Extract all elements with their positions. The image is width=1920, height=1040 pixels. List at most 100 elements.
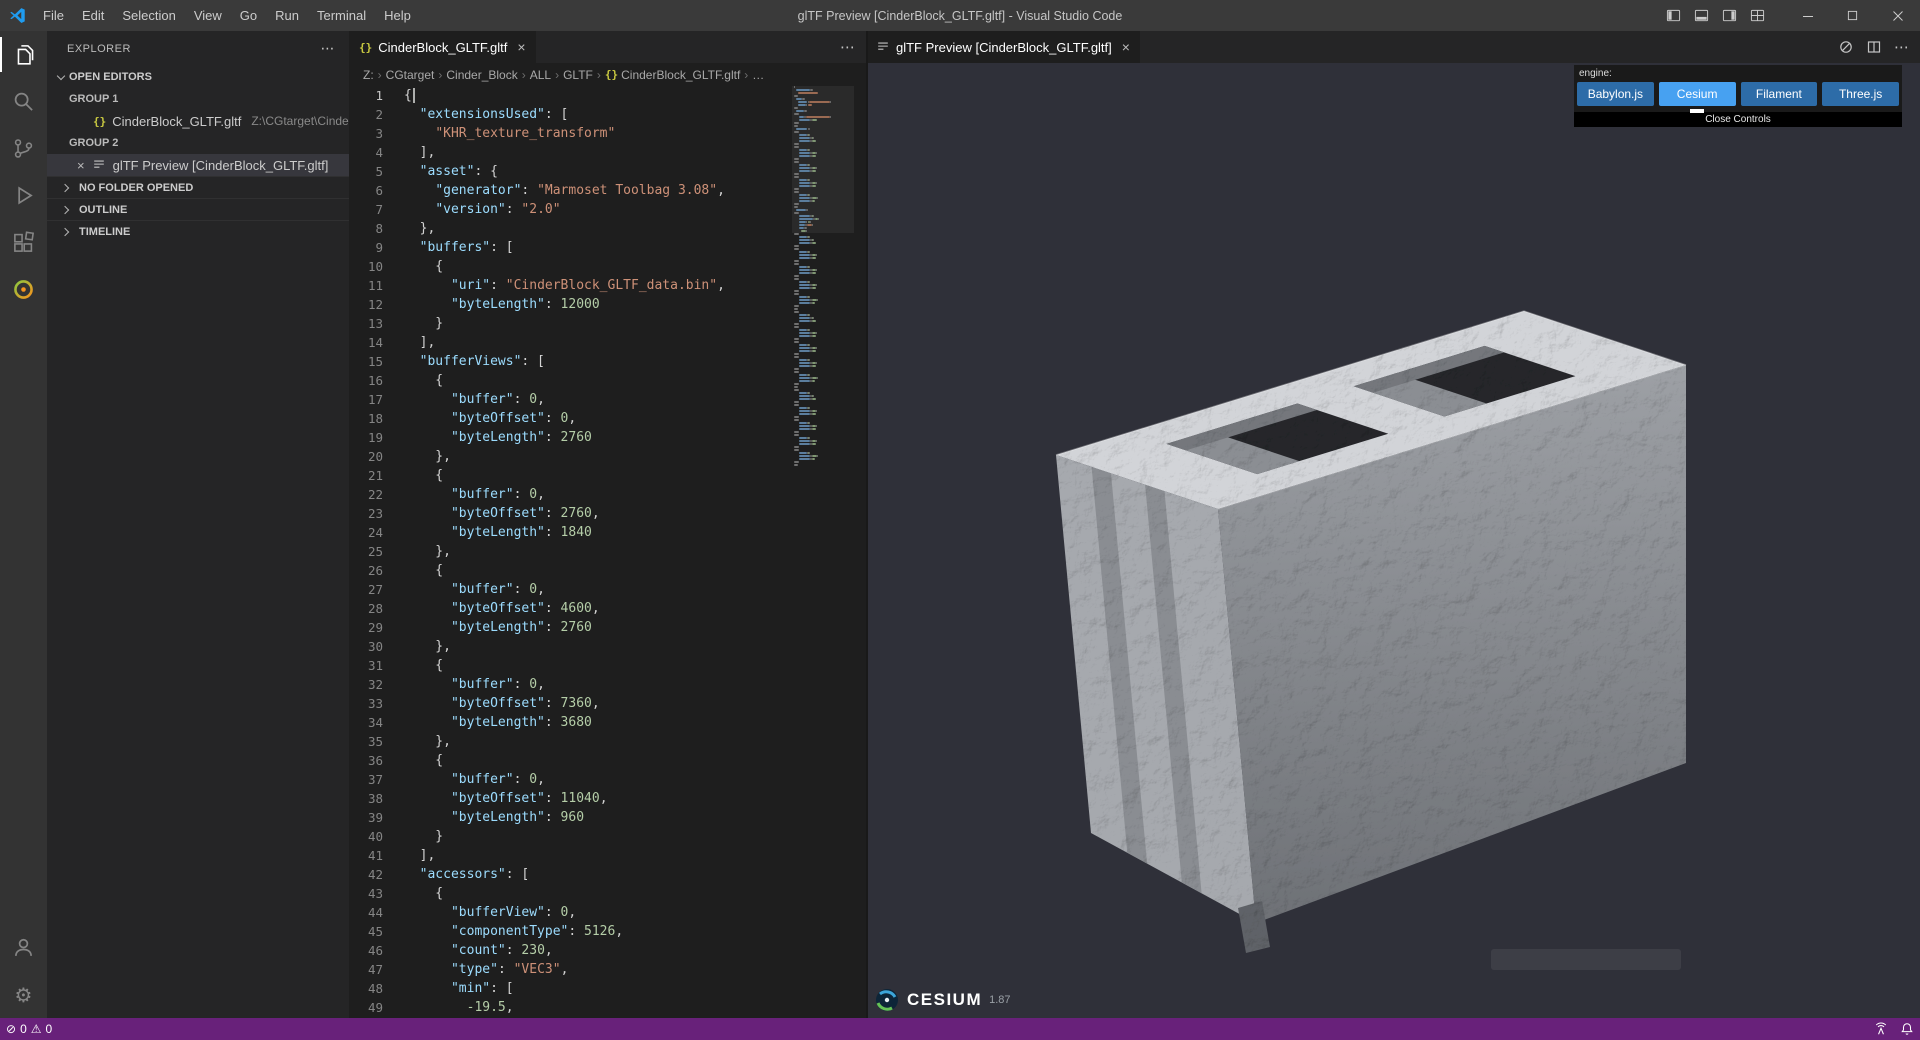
code-line[interactable]: 32 "buffer": 0,	[349, 675, 866, 694]
code-line[interactable]: 42 "accessors": [	[349, 865, 866, 884]
customize-layout-icon[interactable]	[1743, 0, 1771, 31]
breadcrumb-item[interactable]: GLTF	[563, 68, 593, 82]
code-line[interactable]: 2 "extensionsUsed": [	[349, 105, 866, 124]
open-editors-header[interactable]: OPEN EDITORS	[47, 66, 349, 88]
menu-file[interactable]: File	[34, 0, 73, 31]
menu-selection[interactable]: Selection	[113, 0, 184, 31]
breadcrumb-item[interactable]: ALL	[530, 68, 551, 82]
code-line[interactable]: 19 "byteLength": 2760	[349, 428, 866, 447]
code-line[interactable]: 39 "byteLength": 960	[349, 808, 866, 827]
code-line[interactable]: 44 "bufferView": 0,	[349, 903, 866, 922]
minimize-button[interactable]	[1785, 0, 1830, 31]
menu-go[interactable]: Go	[231, 0, 266, 31]
toggle-secondary-sidebar-icon[interactable]	[1715, 0, 1743, 31]
menu-view[interactable]: View	[185, 0, 231, 31]
breadcrumb-item[interactable]: Cinder_Block	[446, 68, 517, 82]
code-line[interactable]: 47 "type": "VEC3",	[349, 960, 866, 979]
close-icon[interactable]: ×	[1122, 39, 1130, 55]
code-line[interactable]: 28 "byteOffset": 4600,	[349, 599, 866, 618]
settings-gear-icon[interactable]: ⚙	[0, 971, 47, 1018]
code-line[interactable]: 11 "uri": "CinderBlock_GLTF_data.bin",	[349, 276, 866, 295]
engine-button-cesium[interactable]: Cesium	[1658, 82, 1736, 106]
account-icon[interactable]	[0, 924, 47, 971]
menu-run[interactable]: Run	[266, 0, 308, 31]
code-line[interactable]: 31 {	[349, 656, 866, 675]
menu-terminal[interactable]: Terminal	[308, 0, 375, 31]
code-line[interactable]: 25 },	[349, 542, 866, 561]
broadcast-icon[interactable]	[1868, 1018, 1894, 1040]
run-debug-icon[interactable]	[0, 172, 47, 219]
editor-sash[interactable]	[866, 31, 868, 1018]
breadcrumb-item[interactable]: CGtarget	[386, 68, 435, 82]
toggle-sidebar-icon[interactable]	[1659, 0, 1687, 31]
section-timeline[interactable]: TIMELINE	[47, 220, 349, 242]
close-icon[interactable]: ×	[77, 158, 85, 173]
code-line[interactable]: 26 {	[349, 561, 866, 580]
code-line[interactable]: 7 "version": "2.0"	[349, 200, 866, 219]
code-line[interactable]: 18 "byteOffset": 0,	[349, 409, 866, 428]
maximize-button[interactable]	[1830, 0, 1875, 31]
gltf-preview-canvas[interactable]: engine: Babylon.js Cesium Filament Three.js…	[866, 63, 1920, 1018]
code-line[interactable]: 21 {	[349, 466, 866, 485]
circle-slash-icon[interactable]	[1838, 39, 1854, 55]
code-line[interactable]: 4 ],	[349, 143, 866, 162]
notifications-bell-icon[interactable]	[1894, 1018, 1920, 1040]
code-line[interactable]: 27 "buffer": 0,	[349, 580, 866, 599]
problems-status[interactable]: ⊘ 0 ⚠ 0	[0, 1018, 58, 1040]
engine-button-babylon-js[interactable]: Babylon.js	[1577, 82, 1654, 106]
tab-cinderblock-gltf[interactable]: {} CinderBlock_GLTF.gltf ×	[349, 31, 536, 63]
code-line[interactable]: 1{	[349, 86, 866, 105]
vscode-logo-icon[interactable]	[0, 0, 34, 31]
split-editor-icon[interactable]	[1866, 39, 1882, 55]
more-actions-icon[interactable]: ⋯	[321, 40, 336, 57]
code-line[interactable]: 6 "generator": "Marmoset Toolbag 3.08",	[349, 181, 866, 200]
code-line[interactable]: 45 "componentType": 5126,	[349, 922, 866, 941]
code-line[interactable]: 49 -19.5,	[349, 998, 866, 1017]
code-line[interactable]: 3 "KHR_texture_transform"	[349, 124, 866, 143]
more-actions-icon[interactable]: ⋯	[840, 38, 856, 56]
search-icon[interactable]	[0, 78, 47, 125]
menu-help[interactable]: Help	[375, 0, 420, 31]
breadcrumb-item[interactable]: {} CinderBlock_GLTF.gltf	[605, 68, 740, 82]
code-line[interactable]: 12 "byteLength": 12000	[349, 295, 866, 314]
section-no-folder-opened[interactable]: NO FOLDER OPENED	[47, 176, 349, 198]
gltf-extension-icon[interactable]	[0, 266, 47, 313]
code-line[interactable]: 22 "buffer": 0,	[349, 485, 866, 504]
extensions-icon[interactable]	[0, 219, 47, 266]
code-line[interactable]: 13 }	[349, 314, 866, 333]
open-editor-item-gltf-preview[interactable]: × glTF Preview [CinderBlock_GLTF.gltf]	[47, 154, 349, 176]
explorer-icon[interactable]	[0, 31, 47, 78]
code-line[interactable]: 37 "buffer": 0,	[349, 770, 866, 789]
code-line[interactable]: 24 "byteLength": 1840	[349, 523, 866, 542]
menu-edit[interactable]: Edit	[73, 0, 113, 31]
code-line[interactable]: 8 },	[349, 219, 866, 238]
code-line[interactable]: 29 "byteLength": 2760	[349, 618, 866, 637]
code-line[interactable]: 20 },	[349, 447, 866, 466]
code-line[interactable]: 30 },	[349, 637, 866, 656]
code-line[interactable]: 15 "bufferViews": [	[349, 352, 866, 371]
code-line[interactable]: 33 "byteOffset": 7360,	[349, 694, 866, 713]
code-line[interactable]: 14 ],	[349, 333, 866, 352]
code-line[interactable]: 9 "buffers": [	[349, 238, 866, 257]
minimap[interactable]	[792, 86, 854, 1018]
code-line[interactable]: 46 "count": 230,	[349, 941, 866, 960]
code-line[interactable]: 41 ],	[349, 846, 866, 865]
code-line[interactable]: 43 {	[349, 884, 866, 903]
breadcrumb-item[interactable]: …	[752, 68, 764, 82]
engine-button-filament[interactable]: Filament	[1740, 82, 1818, 106]
close-controls-button[interactable]: Close Controls	[1574, 112, 1902, 127]
open-editor-item-cinderblock[interactable]: {} CinderBlock_GLTF.gltf Z:\CGtarget\Cin…	[47, 110, 349, 132]
code-line[interactable]: 48 "min": [	[349, 979, 866, 998]
toggle-panel-icon[interactable]	[1687, 0, 1715, 31]
breadcrumb-item[interactable]: Z:	[363, 68, 374, 82]
more-actions-icon[interactable]: ⋯	[1894, 38, 1910, 56]
tab-gltf-preview[interactable]: glTF Preview [CinderBlock_GLTF.gltf] ×	[866, 31, 1140, 63]
code-line[interactable]: 16 {	[349, 371, 866, 390]
code-line[interactable]: 23 "byteOffset": 2760,	[349, 504, 866, 523]
source-control-icon[interactable]	[0, 125, 47, 172]
code-line[interactable]: 35 },	[349, 732, 866, 751]
code-line[interactable]: 34 "byteLength": 3680	[349, 713, 866, 732]
code-line[interactable]: 17 "buffer": 0,	[349, 390, 866, 409]
cesium-credit[interactable]: CESIUM 1.87	[874, 987, 1011, 1013]
close-window-button[interactable]	[1875, 0, 1920, 31]
